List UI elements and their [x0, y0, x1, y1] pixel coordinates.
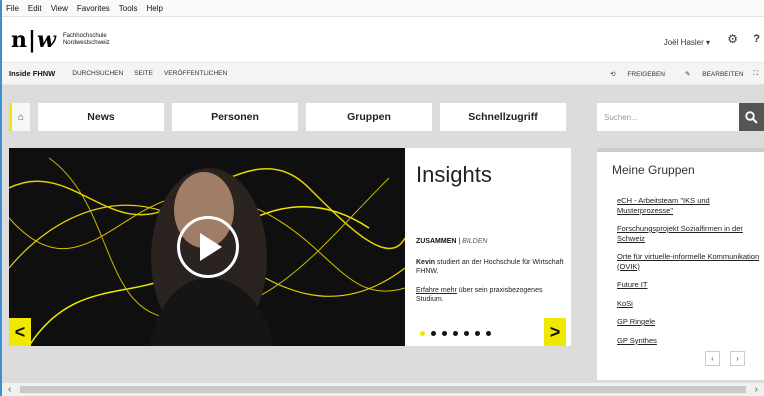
menu-file[interactable]: File	[6, 4, 19, 13]
slider-dot[interactable]	[442, 331, 447, 336]
play-button[interactable]	[177, 216, 239, 278]
hero-video[interactable]: <	[9, 148, 405, 346]
browser-menu-bar: File Edit View Favorites Tools Help	[2, 0, 764, 17]
play-icon	[200, 233, 222, 261]
learn-more-link[interactable]: Erfahre mehr	[416, 287, 457, 294]
slider-dot[interactable]	[431, 331, 436, 336]
share-button[interactable]: ⟲ FREIGEBEN	[600, 70, 665, 78]
insights-kicker: ZUSAMMEN | BILDEN	[416, 238, 488, 245]
logo-mark: n|w	[11, 27, 56, 53]
search-icon	[745, 110, 758, 124]
slider-next-button[interactable]: >	[544, 318, 566, 346]
groups-pager: ‹ ›	[705, 351, 755, 366]
ribbon-tab-durchsuchen[interactable]: DURCHSUCHEN	[72, 70, 123, 77]
groups-prev-button[interactable]: ‹	[705, 351, 720, 366]
ribbon-tab-veroeffentlichen[interactable]: VERÖFFENTLICHEN	[164, 70, 227, 77]
nav-news[interactable]: News	[38, 103, 164, 131]
slider-dots	[420, 331, 497, 336]
slider-dot[interactable]	[420, 331, 425, 336]
slider-dot[interactable]	[486, 331, 491, 336]
groups-title: Meine Gruppen	[612, 163, 695, 177]
slider-prev-button[interactable]: <	[9, 318, 31, 346]
nav-personen[interactable]: Personen	[172, 103, 298, 131]
home-button[interactable]: ⌂	[9, 103, 30, 131]
edit-button[interactable]: ✎ BEARBEITEN	[675, 70, 743, 78]
group-link[interactable]: KoSi	[617, 299, 762, 309]
insights-description: Kevin studiert an der Hochschule für Wir…	[416, 259, 564, 275]
pencil-icon: ✎	[684, 71, 691, 78]
group-link[interactable]: eCH - Arbeitsteam "IKS und Musterprozess…	[617, 196, 762, 215]
scroll-right-icon[interactable]: ›	[755, 384, 758, 395]
my-groups-panel: Meine Gruppen eCH - Arbeitsteam "IKS und…	[597, 148, 764, 380]
slider-dot[interactable]	[475, 331, 480, 336]
site-header: n|w Fachhochschule Nordwestschweiz Joël …	[2, 17, 764, 62]
menu-edit[interactable]: Edit	[28, 4, 42, 13]
menu-help[interactable]: Help	[146, 4, 162, 13]
group-link[interactable]: Forschungsprojekt Sozialfirmen in der Sc…	[617, 224, 762, 243]
chevron-down-icon: ▾	[705, 38, 710, 47]
groups-list: eCH - Arbeitsteam "IKS und Musterprozess…	[617, 196, 762, 354]
share-icon: ⟲	[610, 71, 616, 78]
slider-dot[interactable]	[464, 331, 469, 336]
nav-gruppen[interactable]: Gruppen	[306, 103, 432, 131]
group-link[interactable]: GP Synthes	[617, 336, 762, 346]
search-button[interactable]	[739, 103, 764, 131]
scroll-left-icon[interactable]: ‹	[8, 384, 11, 395]
site-title[interactable]: Inside FHNW	[9, 69, 55, 78]
group-link[interactable]: GP Ringele	[617, 317, 762, 327]
logo-text: Fachhochschule Nordwestschweiz	[62, 33, 110, 46]
gear-icon[interactable]: ⚙	[727, 32, 738, 46]
group-link[interactable]: Future IT	[617, 280, 762, 290]
chevron-right-icon: ›	[736, 354, 739, 363]
main-navigation: ⌂ News Personen Gruppen Schnellzugriff	[9, 103, 566, 131]
insights-panel: Insights ZUSAMMEN | BILDEN Kevin studier…	[405, 148, 571, 346]
groups-next-button[interactable]: ›	[730, 351, 745, 366]
focus-icon[interactable]: ⛶	[753, 70, 758, 78]
group-link[interactable]: Orte für virtuelle-informelle Kommunikat…	[617, 252, 762, 271]
search-input[interactable]: Suchen...	[597, 103, 739, 131]
help-icon[interactable]: ?	[753, 33, 760, 45]
ribbon-tab-seite[interactable]: SEITE	[134, 70, 153, 77]
scrollbar-thumb[interactable]	[20, 386, 746, 393]
menu-favorites[interactable]: Favorites	[77, 4, 110, 13]
horizontal-scrollbar[interactable]: ‹ ›	[2, 382, 764, 396]
menu-tools[interactable]: Tools	[119, 4, 138, 13]
insights-more: Erfahre mehr über sein praxisbezogenes S…	[416, 287, 543, 303]
page-content: ⌂ News Personen Gruppen Schnellzugriff S…	[2, 85, 764, 382]
nav-schnellzugriff[interactable]: Schnellzugriff	[440, 103, 566, 131]
chevron-left-icon: ‹	[711, 354, 714, 363]
user-menu[interactable]: Joël Hasler ▾	[664, 38, 710, 47]
slider-dot[interactable]	[453, 331, 458, 336]
insights-title: Insights	[416, 162, 492, 187]
sharepoint-ribbon: Inside FHNW DURCHSUCHEN SEITE VERÖFFENTL…	[2, 62, 764, 85]
home-icon: ⌂	[17, 111, 25, 123]
menu-view[interactable]: View	[51, 4, 68, 13]
fhnw-logo[interactable]: n|w Fachhochschule Nordwestschweiz	[11, 27, 110, 53]
